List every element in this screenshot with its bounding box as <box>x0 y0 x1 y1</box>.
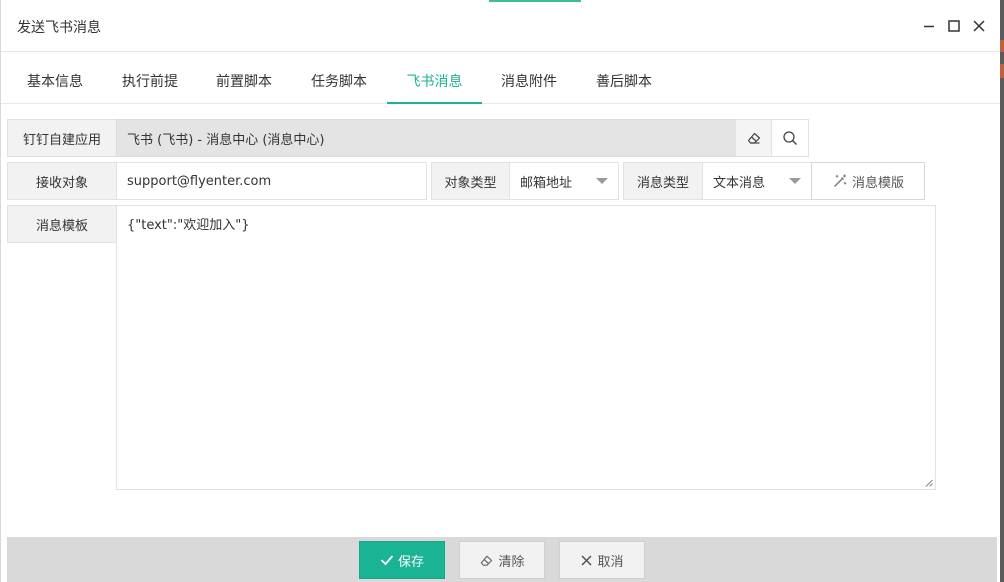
background-edge <box>1000 0 1004 582</box>
message-template-button-label: 消息模版 <box>851 175 904 191</box>
dialog-title: 发送飞书消息 <box>17 20 101 36</box>
save-button[interactable]: 保存 <box>359 541 445 579</box>
close-icon <box>973 20 985 32</box>
minimize-icon <box>924 25 934 28</box>
dialog-window: 发送飞书消息 基本信息 执行前提 前置脚本 任务脚本 飞书消息 消息附件 善后脚… <box>0 0 1001 582</box>
message-type-label: 消息类型 <box>623 162 703 200</box>
eraser-icon <box>747 132 760 144</box>
minimize-button[interactable] <box>917 14 941 38</box>
object-type-value: 邮箱地址 <box>520 175 573 191</box>
recipient-label: 接收对象 <box>7 162 117 200</box>
tab-feishu-message[interactable]: 飞书消息 <box>387 52 482 104</box>
search-app-button[interactable] <box>771 119 809 157</box>
cancel-button[interactable]: 取消 <box>559 541 645 579</box>
chevron-down-icon <box>596 178 608 184</box>
message-type-select[interactable]: 文本消息 <box>702 162 812 200</box>
message-template-button[interactable]: 消息模版 <box>811 162 925 200</box>
title-bar: 发送飞书消息 <box>1 0 1001 52</box>
template-textarea[interactable]: {"text":"欢迎加入"} <box>116 205 936 490</box>
eraser-icon <box>481 555 493 566</box>
save-button-label: 保存 <box>397 554 424 570</box>
x-icon <box>581 554 593 566</box>
maximize-icon <box>948 20 960 32</box>
cancel-button-label: 取消 <box>597 554 624 570</box>
tab-preconditions[interactable]: 执行前提 <box>112 52 188 103</box>
magic-wand-icon <box>834 174 847 187</box>
search-icon <box>783 131 797 145</box>
tab-cleanup-script[interactable]: 善后脚本 <box>586 52 662 103</box>
object-type-select[interactable]: 邮箱地址 <box>509 162 619 200</box>
tab-task-script[interactable]: 任务脚本 <box>301 52 377 103</box>
object-type-label: 对象类型 <box>431 162 510 200</box>
check-icon <box>380 555 394 566</box>
clear-button-label: 清除 <box>498 554 525 570</box>
recipient-input[interactable]: support@flyenter.com <box>116 162 427 200</box>
chevron-down-icon <box>789 178 801 184</box>
background-edge-mark <box>1000 64 1004 78</box>
message-type-value: 文本消息 <box>713 175 766 191</box>
tab-message-attachment[interactable]: 消息附件 <box>491 52 567 103</box>
template-label: 消息模板 <box>7 205 117 243</box>
tab-pre-script[interactable]: 前置脚本 <box>206 52 282 103</box>
close-button[interactable] <box>967 14 991 38</box>
template-text: {"text":"欢迎加入"} <box>127 218 250 233</box>
tab-bar: 基本信息 执行前提 前置脚本 任务脚本 飞书消息 消息附件 善后脚本 <box>1 52 1001 104</box>
resize-handle-icon[interactable] <box>925 479 933 487</box>
tab-basic-info[interactable]: 基本信息 <box>17 52 93 103</box>
background-edge-mark <box>1000 40 1004 52</box>
app-field[interactable]: 飞书 (飞书) - 消息中心 (消息中心) <box>116 119 736 157</box>
clear-app-button[interactable] <box>735 119 772 157</box>
app-label: 钉钉自建应用 <box>7 119 117 157</box>
clear-button[interactable]: 清除 <box>459 541 545 579</box>
maximize-button[interactable] <box>942 14 966 38</box>
